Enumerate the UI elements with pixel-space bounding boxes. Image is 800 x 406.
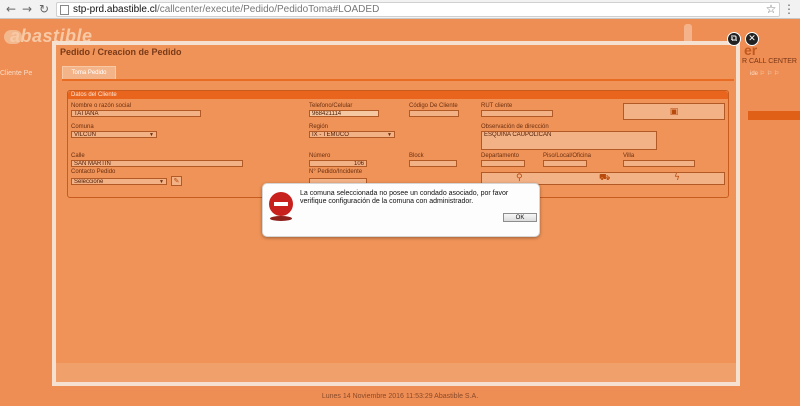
block-label: Block <box>409 153 424 159</box>
background-header-links: ide ⚐ ⚐ ⚐ <box>750 71 780 77</box>
comuna-value: VILCUN <box>74 132 97 138</box>
arrow-left-icon[interactable]: ← <box>4 2 18 16</box>
url-text: stp-prd.abastible.cl/callcenter/execute/… <box>73 3 379 16</box>
comuna-select[interactable]: VILCUN ▼ <box>71 131 157 138</box>
piso-label: Piso/Local/Oficina <box>543 153 592 159</box>
kebab-menu-icon[interactable]: ⋮ <box>782 2 796 16</box>
codigo-input[interactable] <box>409 110 459 117</box>
url-path: /callcenter/execute/Pedido/PedidoToma#LO… <box>156 4 380 15</box>
url-host: stp-prd.abastible.cl <box>73 4 157 15</box>
region-value: IX - TEMUCO <box>312 132 349 138</box>
numero-label: Número <box>309 153 331 159</box>
restore-icon[interactable]: ⧉ <box>727 32 741 46</box>
block-input[interactable] <box>409 160 457 167</box>
add-contact-icon[interactable]: ✎ <box>171 176 182 186</box>
observacion-label: Observación de dirección <box>481 124 549 130</box>
lightning-icon[interactable]: ϟ <box>674 173 680 183</box>
numero-input[interactable]: 106 <box>309 160 367 167</box>
chevron-down-icon: ▼ <box>387 132 392 138</box>
address-bar[interactable]: stp-prd.abastible.cl/callcenter/execute/… <box>56 2 780 17</box>
ok-button[interactable]: OK <box>503 213 537 222</box>
villa-label: Villa <box>623 153 635 159</box>
contacto-label: Contacto Pedido <box>71 169 116 175</box>
rut-input[interactable] <box>481 110 553 117</box>
stop-icon-bar <box>274 202 288 206</box>
departamento-input[interactable] <box>481 160 525 167</box>
villa-input[interactable] <box>623 160 695 167</box>
browser-toolbar: ← → ↻ stp-prd.abastible.cl/callcenter/ex… <box>0 0 800 19</box>
window-bottom-bar <box>56 363 736 382</box>
footer-text: Lunes 14 Noviembre 2016 11:53:29 Abastib… <box>321 393 479 400</box>
client-data-section: Datos del Cliente Nombre o razón social … <box>67 90 729 198</box>
search-user-icon[interactable]: ⚲ <box>516 173 523 183</box>
chevron-down-icon: ▼ <box>149 132 154 138</box>
nombre-input[interactable]: TATIANA <box>71 110 201 117</box>
background-bar <box>748 111 800 120</box>
observacion-textarea[interactable]: ESQUINA CAUPOLICAN <box>481 131 657 150</box>
nombre-label: Nombre o razón social <box>71 103 132 109</box>
region-select[interactable]: IX - TEMUCO ▼ <box>309 131 395 138</box>
piso-input[interactable] <box>543 160 587 167</box>
calle-input[interactable]: SAN MARTIN <box>71 160 243 167</box>
error-dialog: La comuna seleccionada no posee un conda… <box>262 183 540 237</box>
calle-label: Calle <box>71 153 85 159</box>
pedido-label: N° Pedido/Incidente <box>309 169 363 175</box>
close-icon[interactable]: ✕ <box>745 32 759 46</box>
comuna-label: Comuna <box>71 124 94 130</box>
background-menu: Cliente Pe <box>0 70 33 77</box>
background-header-subtitle: R CALL CENTER <box>742 58 797 65</box>
tab-toma-pedido[interactable]: Toma Pedido <box>62 66 116 80</box>
chevron-down-icon: ▼ <box>159 179 164 185</box>
tab-divider <box>62 79 734 81</box>
codigo-label: Código De Cliente <box>409 103 458 109</box>
save-icon[interactable]: ▣ <box>623 103 725 120</box>
reload-icon[interactable]: ↻ <box>37 2 51 16</box>
telefono-input[interactable]: 968421114 <box>309 110 379 117</box>
departamento-label: Departamento <box>481 153 520 159</box>
telefono-label: Telefono/Celular <box>309 103 353 109</box>
contacto-select[interactable]: Seleccione ▼ <box>71 178 167 185</box>
region-label: Región <box>309 124 329 130</box>
section-title: Datos del Cliente <box>68 91 728 99</box>
arrow-right-icon[interactable]: → <box>20 2 34 16</box>
contacto-value: Seleccione <box>74 179 104 185</box>
rut-label: RUT cliente <box>481 103 513 109</box>
error-message: La comuna seleccionada no posee un conda… <box>300 190 509 205</box>
stop-icon-shadow <box>270 216 292 221</box>
stop-icon <box>269 192 293 216</box>
window-title: Pedido / Creacion de Pedido <box>60 47 182 57</box>
truck-icon[interactable]: ⛟ <box>599 173 610 184</box>
star-icon[interactable]: ☆ <box>764 2 778 16</box>
page-icon <box>60 5 69 15</box>
